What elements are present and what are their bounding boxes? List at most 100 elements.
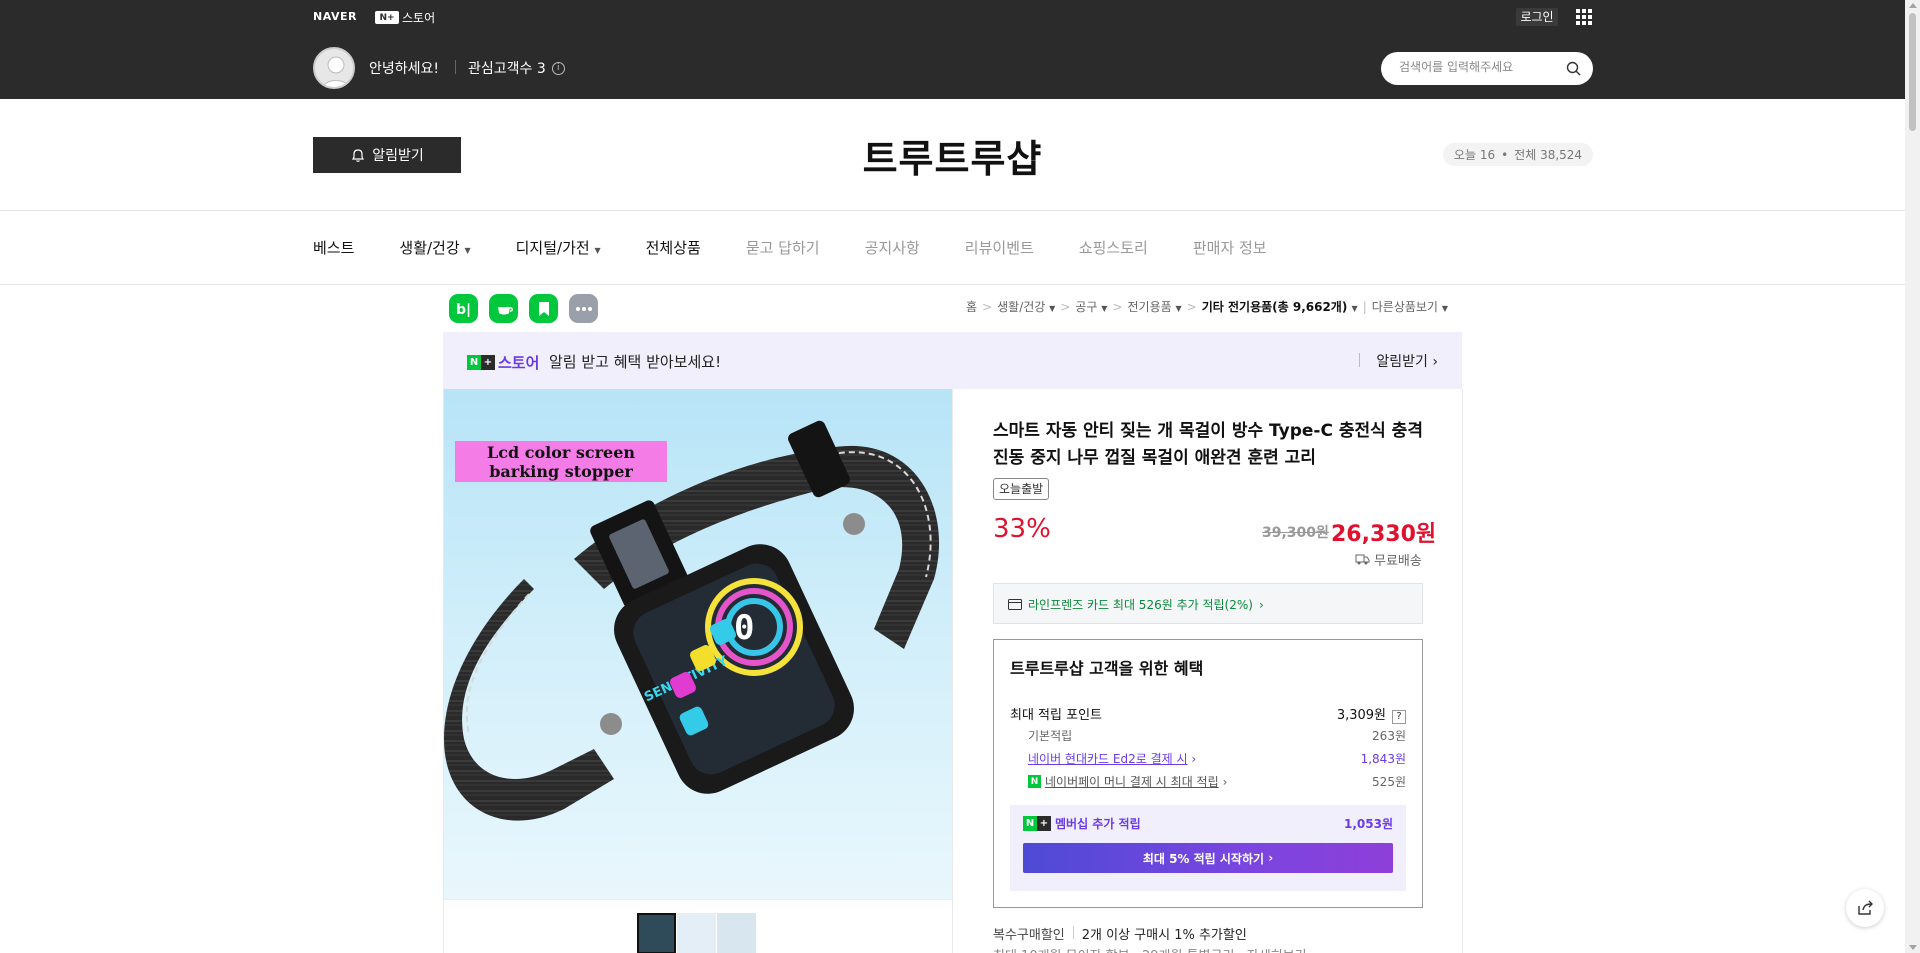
breadcrumb-home[interactable]: 홈	[966, 298, 977, 315]
truck-icon	[1355, 554, 1370, 565]
max-points-label: 최대 적립 포인트	[1010, 708, 1102, 724]
apps-grid-icon[interactable]	[1576, 9, 1592, 25]
talk-icon[interactable]	[489, 294, 518, 323]
product-title: 스마트 자동 안티 짖는 개 목걸이 방수 Type-C 충전식 충격 진동 중…	[993, 421, 1423, 468]
card-benefit-text: 라인프렌즈 카드 최대 526원 추가 적립(2%)	[1028, 598, 1253, 612]
bookmark-icon[interactable]	[529, 294, 558, 323]
blog-icon[interactable]: b|	[449, 294, 478, 323]
pay-points-link[interactable]: N 네이버페이 머니 결제 시 최대 적립 ›	[1028, 773, 1227, 790]
search-icon[interactable]	[1566, 61, 1581, 76]
membership-banner[interactable]: N + 스토어 알림 받고 혜택 받아보세요! 알림받기 ›	[443, 332, 1462, 389]
info-icon[interactable]: i	[551, 61, 565, 75]
delivery-label: 무료배송	[1374, 554, 1422, 569]
svg-text:0: 0	[734, 608, 754, 648]
multi-buy-label: 복수구매할인	[993, 928, 1065, 943]
card-icon	[1008, 599, 1022, 610]
chevron-right-icon: ›	[1268, 851, 1274, 865]
store-title[interactable]: 트루트루샵	[0, 128, 1905, 183]
scroll-down-icon[interactable]	[1909, 945, 1917, 950]
discount-rate: 33%	[993, 514, 1051, 544]
nplus-store-logo: N + 스토어	[467, 352, 539, 373]
page-scrollbar[interactable]	[1905, 0, 1920, 953]
nstore-label: 스토어	[402, 11, 436, 25]
thumbnail-1[interactable]	[637, 913, 676, 953]
avatar[interactable]	[313, 47, 355, 89]
card-benefit-box[interactable]: 라인프렌즈 카드 최대 526원 추가 적립(2%) ›	[993, 583, 1423, 624]
breadcrumb-current[interactable]: 기타 전기용품(총 9,662개) ▼	[1202, 298, 1358, 315]
card-points-link[interactable]: 네이버 현대카드 Ed2로 결제 시 ›	[1028, 750, 1196, 767]
nav-item-notice[interactable]: 공지사항	[865, 237, 920, 258]
card-points-row: 네이버 현대카드 Ed2로 결제 시 › 1,843원	[1010, 750, 1406, 767]
visits-total: 전체 38,524	[1514, 148, 1583, 162]
card-points-value: 1,843원	[1360, 752, 1406, 766]
basic-points-row: 기본적립 263원	[1010, 727, 1406, 744]
other-products-link[interactable]: 다른상품보기 ▼	[1372, 298, 1448, 315]
thumbnail-2[interactable]	[677, 913, 716, 953]
nav-item-qna[interactable]: 묻고 답하기	[746, 237, 820, 258]
pay-points-row: N 네이버페이 머니 결제 시 최대 적립 › 525원	[1010, 773, 1406, 790]
search-box[interactable]	[1381, 52, 1593, 85]
breadcrumb-item[interactable]: 전기용품 ▼	[1128, 298, 1182, 315]
more-icon[interactable]	[569, 294, 598, 323]
scroll-up-icon[interactable]	[1909, 3, 1917, 8]
divider	[1462, 389, 1463, 953]
help-icon[interactable]: ?	[1392, 709, 1406, 724]
login-button[interactable]: 로그인	[1516, 8, 1558, 26]
chevron-down-icon: ▼	[1441, 304, 1448, 313]
sale-price: 26,330원	[1331, 522, 1437, 547]
divider	[0, 284, 1905, 285]
nav-item-shopping-story[interactable]: 쇼핑스토리	[1079, 237, 1148, 258]
multi-buy-discount: 복수구매할인 2개 이상 구매시 1% 추가할인	[993, 924, 1247, 943]
divider	[952, 389, 953, 953]
chevron-right-icon: ›	[1258, 597, 1264, 612]
installment-info: 최대 10개월 무이자 할부 · 29개월 특별금리 · 자세히보기	[993, 945, 1307, 953]
membership-value: 1,053원	[1344, 817, 1393, 831]
interest-count: 관심고객수 3 i	[468, 58, 565, 78]
today-shipping-badge: 오늘출발	[993, 478, 1050, 500]
npay-icon: N	[1028, 775, 1041, 788]
dog-collar-image: 0 SENSITIVITY	[444, 420, 940, 821]
chevron-right-icon: ›	[1191, 752, 1197, 766]
nav-item-all-products[interactable]: 전체상품	[646, 237, 701, 258]
nav-item-best[interactable]: 베스트	[313, 237, 354, 258]
interest-label: 관심고객수 3	[468, 61, 546, 77]
banner-alarm-link[interactable]: 알림받기 ›	[1376, 351, 1438, 371]
basic-points-label: 기본적립	[1028, 729, 1073, 743]
thumbnail-3[interactable]	[717, 913, 756, 953]
membership-start-button[interactable]: 최대 5% 적립 시작하기 ›	[1023, 843, 1393, 873]
delivery-info: 무료배송	[1355, 550, 1422, 569]
nav-item-seller-info[interactable]: 판매자 정보	[1193, 237, 1267, 258]
chevron-down-icon: ▼	[1049, 304, 1056, 313]
product-main-image[interactable]: Lcd color screen barking stopper 0 SENSI…	[443, 389, 952, 899]
nplus-badge: N+	[375, 11, 399, 24]
banner-text: 알림 받고 혜택 받아보세요!	[549, 353, 722, 371]
top-header-bar	[0, 0, 1905, 99]
chevron-down-icon: ▼	[1101, 304, 1108, 313]
nav-item-living-health[interactable]: 생활/건강 ▼	[399, 237, 470, 258]
nplus-icon: N +	[1023, 816, 1051, 831]
naver-logo[interactable]: NAVER	[313, 10, 357, 23]
chevron-down-icon: ▼	[594, 246, 601, 255]
breadcrumb-item[interactable]: 공구 ▼	[1075, 298, 1107, 315]
nav-item-digital[interactable]: 디지털/가전 ▼	[516, 237, 601, 258]
search-input[interactable]	[1399, 60, 1559, 74]
visit-counter: 오늘 16 • 전체 38,524	[1443, 143, 1593, 166]
chevron-down-icon: ▼	[464, 246, 471, 255]
pay-points-value: 525원	[1372, 775, 1406, 789]
max-points-value: 3,309원	[1336, 708, 1386, 723]
chevron-right-icon: ›	[1222, 774, 1228, 789]
share-icon	[1858, 900, 1873, 915]
visits-today: 오늘 16	[1453, 148, 1496, 162]
chevron-right-icon: ›	[1432, 354, 1438, 370]
nstore-logo[interactable]: N+ 스토어	[375, 9, 435, 26]
nav-item-review-event[interactable]: 리뷰이벤트	[965, 237, 1034, 258]
greeting-text: 안녕하세요!	[369, 61, 440, 77]
breadcrumb-item[interactable]: 생활/건강 ▼	[997, 298, 1055, 315]
divider	[0, 210, 1905, 211]
scroll-thumb[interactable]	[1909, 13, 1916, 131]
divider	[455, 60, 456, 74]
benefits-box: 트루트루샵 고객을 위한 혜택 최대 적립 포인트 3,309원? 기본적립 2…	[993, 639, 1423, 908]
chevron-down-icon: ▼	[1175, 304, 1182, 313]
chevron-down-icon: ▼	[1351, 304, 1358, 313]
share-button[interactable]	[1846, 889, 1884, 927]
